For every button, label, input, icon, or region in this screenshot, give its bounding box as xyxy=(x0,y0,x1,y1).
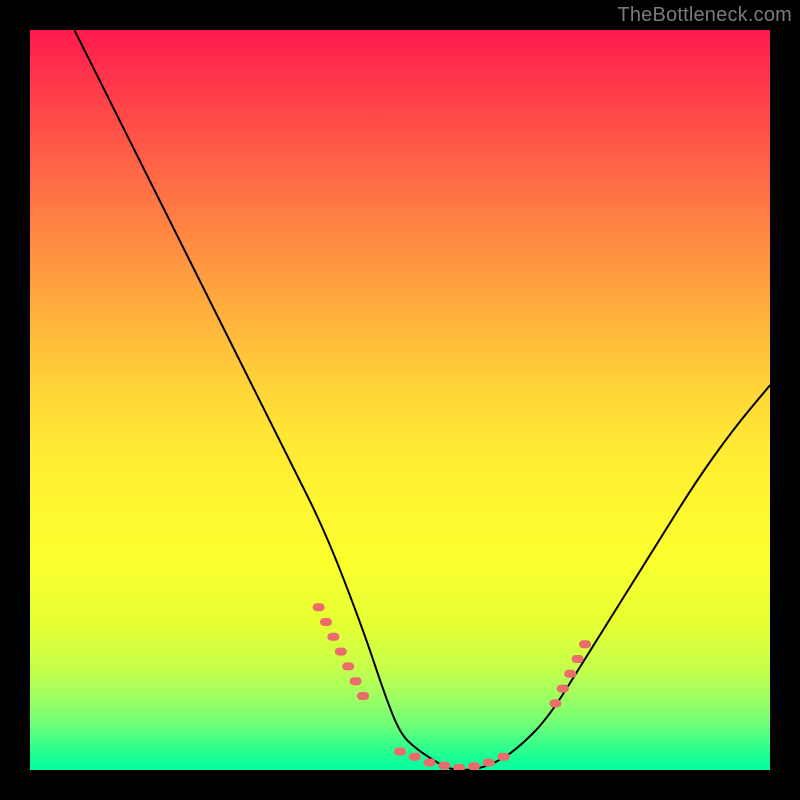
highlight-notch xyxy=(498,753,510,761)
highlight-notches xyxy=(313,603,591,770)
highlight-notch xyxy=(320,618,332,626)
highlight-notch xyxy=(579,640,591,648)
highlight-notch xyxy=(572,655,584,663)
highlight-notch xyxy=(409,753,421,761)
highlight-notch xyxy=(342,662,354,670)
highlight-notch xyxy=(468,762,480,770)
highlight-notch xyxy=(453,764,465,770)
highlight-notch xyxy=(313,603,325,611)
highlight-notch xyxy=(327,633,339,641)
plot-area xyxy=(30,30,770,770)
highlight-notch xyxy=(549,699,561,707)
highlight-notch xyxy=(438,762,450,770)
highlight-notch xyxy=(357,692,369,700)
highlight-notch xyxy=(335,648,347,656)
bottleneck-curve xyxy=(74,30,770,770)
curve-svg xyxy=(30,30,770,770)
highlight-notch xyxy=(424,759,436,767)
highlight-notch xyxy=(564,670,576,678)
highlight-notch xyxy=(483,759,495,767)
highlight-notch xyxy=(394,748,406,756)
highlight-notch xyxy=(350,677,362,685)
highlight-notch xyxy=(557,685,569,693)
watermark-text: TheBottleneck.com xyxy=(617,4,792,27)
chart-frame: TheBottleneck.com xyxy=(0,0,800,800)
